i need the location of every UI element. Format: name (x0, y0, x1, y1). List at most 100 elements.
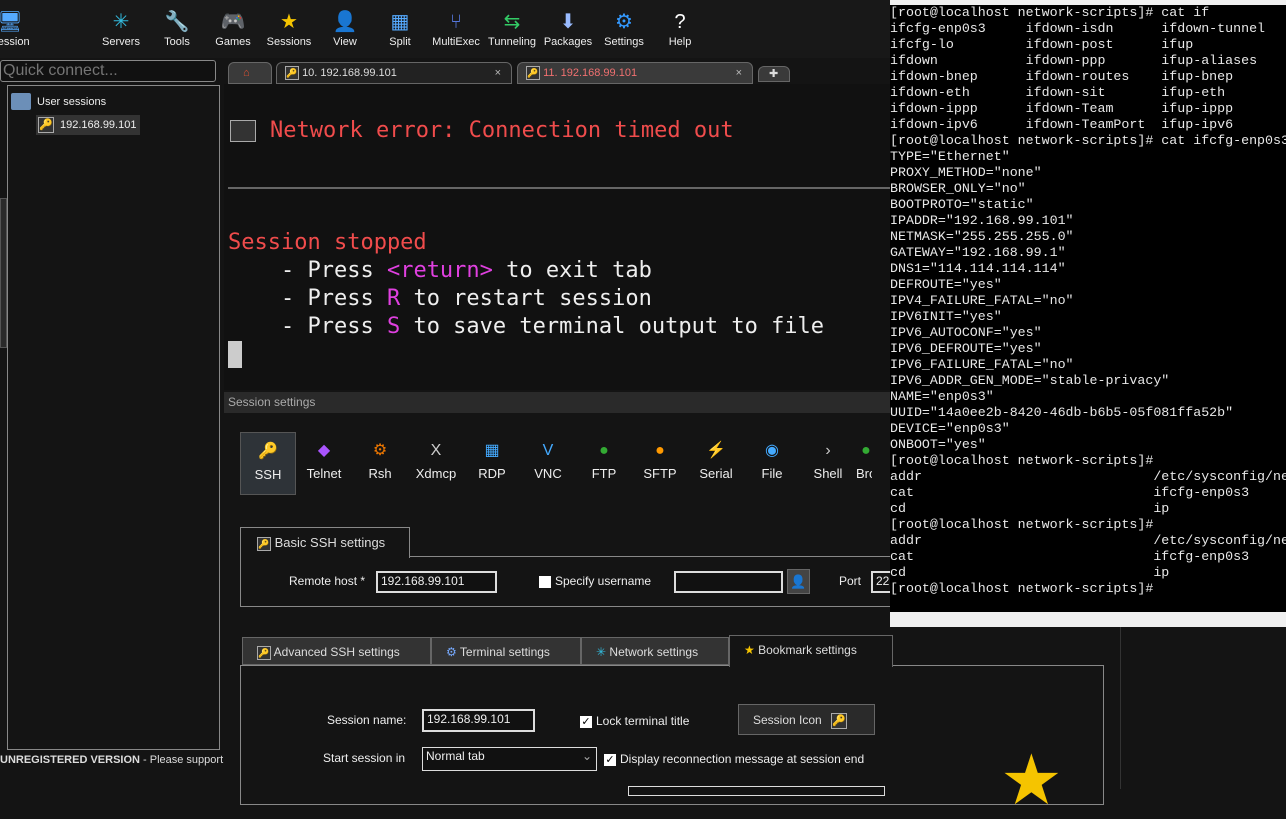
rsh-icon: ⚙ (372, 442, 388, 459)
tab-network-settings[interactable]: ✳ Network settings (581, 637, 729, 665)
telnet-icon: ◆ (317, 442, 331, 459)
tree-user-sessions[interactable]: User sessions (11, 93, 106, 110)
terminal-line: IPV6_FAILURE_FATAL="no" (890, 357, 1074, 372)
extra-input[interactable] (628, 786, 885, 796)
plus-icon: ✚ (769, 68, 779, 80)
terminal-line: ifdown-bnep ifdown-routes ifup-bnep (890, 69, 1234, 84)
toolbar-tunneling-button[interactable]: ⇆ Tunneling (484, 8, 540, 48)
protocol-ftp-button[interactable]: ● FTP (576, 432, 632, 495)
close-tab-icon[interactable]: × (736, 63, 742, 83)
protocol-label: Serial (699, 466, 733, 481)
terminal-line: GATEWAY="192.168.99.1" (890, 245, 1066, 260)
protocol-browser-button[interactable]: ● Browser (856, 432, 872, 495)
protocol-label: File (761, 466, 783, 481)
hint-return: - Press <return> to exit tab (228, 258, 652, 283)
tree-root-label: User sessions (37, 95, 107, 108)
protocol-rsh-button[interactable]: ⚙ Rsh (352, 432, 408, 495)
reconnect-message-checkbox[interactable]: ✓ Display reconnection message at session… (604, 752, 864, 766)
tab-session-11[interactable]: 🔑 11. 192.168.99.101 × (517, 62, 753, 84)
sftp-icon: ● (655, 442, 665, 459)
terminal-line: IPADDR="192.168.99.101" (890, 213, 1074, 228)
protocol-serial-button[interactable]: ⚡ Serial (688, 432, 744, 495)
lock-terminal-title-checkbox[interactable]: ✓ Lock terminal title (580, 714, 689, 728)
toolbar-tools-button[interactable]: 🔧 Tools (149, 8, 205, 48)
hint-restart: - Press R to restart session (228, 286, 652, 311)
protocol-ssh-button[interactable]: 🔑 SSH (240, 432, 296, 495)
vnc-icon: V (542, 442, 554, 459)
terminal-line: DNS1="114.114.114.114" (890, 261, 1066, 276)
divider (228, 187, 890, 189)
view-icon: 👤 (332, 11, 358, 33)
network-icon: ✳ (596, 645, 607, 659)
protocol-file-button[interactable]: ◉ File (744, 432, 800, 495)
toolbar-split-button[interactable]: ▦ Split (372, 8, 428, 48)
local-terminal[interactable]: Network error: Connection timed out Sess… (224, 84, 890, 390)
remote-terminal-window[interactable]: [root@localhost network-scripts]# cat if… (890, 0, 1286, 627)
protocol-xdmcp-button[interactable]: X Xdmcp (408, 432, 464, 495)
ssh-icon: 🔑 (258, 443, 278, 460)
terminal-line: [root@localhost network-scripts]# (890, 581, 1154, 596)
quick-connect-input[interactable] (0, 60, 216, 82)
terminal-line: BOOTPROTO="static" (890, 197, 1034, 212)
tab-home[interactable]: ⌂ (228, 62, 272, 84)
multiexec-icon: ⑂ (450, 11, 462, 33)
games-icon: 🎮 (220, 11, 246, 33)
terminal-line: ONBOOT="yes" (890, 437, 986, 452)
terminal-line: IPV6_ADDR_GEN_MODE="stable-privacy" (890, 373, 1170, 388)
toolbar-servers-button[interactable]: ✳ Servers (93, 8, 149, 48)
start-session-in-select[interactable]: Normal tab ⌄ (422, 747, 597, 771)
protocol-label: Xdmcp (415, 466, 457, 481)
protocol-vnc-button[interactable]: V VNC (520, 432, 576, 495)
terminal-line: cat ifcfg-enp0s3 (890, 485, 1250, 500)
terminal-line: ifdown-ipv6 ifdown-TeamPort ifup-ipv6 (890, 117, 1234, 132)
tab-advanced-ssh-settings[interactable]: 🔑 Advanced SSH settings (242, 637, 431, 665)
protocol-telnet-button[interactable]: ◆ Telnet (296, 432, 352, 495)
rdp-icon: ▦ (484, 442, 500, 459)
toolbar-session-button[interactable]: 🖥 Session (0, 8, 38, 48)
support-message[interactable]: - Please support MobaXterm (140, 754, 224, 766)
terminal-line: [root@localhost network-scripts]# (890, 453, 1154, 468)
serial-icon: ⚡ (706, 442, 726, 459)
toolbar-multiexec-button[interactable]: ⑂ MultiExec (428, 8, 484, 48)
close-tab-icon[interactable]: × (495, 63, 501, 83)
user-key-button[interactable]: 👤 (787, 569, 810, 594)
protocol-label: SFTP (643, 466, 677, 481)
protocol-rdp-button[interactable]: ▦ RDP (464, 432, 520, 495)
toolbar-view-button[interactable]: 👤 View (317, 8, 373, 48)
session-icon-button[interactable]: Session Icon 🔑 (738, 704, 875, 735)
terminal-line: ifdown-ippp ifdown-Team ifup-ippp (890, 101, 1234, 116)
tab-label: Basic SSH settings (274, 535, 386, 550)
session-name-input[interactable]: 192.168.99.101 (422, 709, 535, 732)
terminal-line: IPV6_AUTOCONF="yes" (890, 325, 1042, 340)
star-icon: ★ (744, 643, 755, 657)
protocol-shell-button[interactable]: › Shell (800, 432, 856, 495)
toolbar-label: Sessions (266, 36, 312, 48)
username-input[interactable] (674, 571, 783, 593)
tab-bookmark-settings[interactable]: ★ Bookmark settings (729, 635, 893, 667)
toolbar-label: Servers (102, 36, 140, 48)
toolbar-games-button[interactable]: 🎮 Games (205, 8, 261, 48)
key-icon: 🔑 (257, 646, 271, 660)
tab-session-10[interactable]: 🔑 10. 192.168.99.101 × (276, 62, 512, 84)
servers-icon: ✳ (112, 11, 130, 33)
main-toolbar: 🖥 Session ✳ Servers 🔧 Tools 🎮 Games ★ Sessions 👤 Vi… (0, 0, 890, 58)
session-stopped-text: Session stopped (228, 230, 427, 255)
new-tab-button[interactable]: ✚ (758, 66, 790, 82)
toolbar-help-button[interactable]: ? Help (652, 8, 708, 48)
terminal-line: [root@localhost network-scripts]# cat if (890, 5, 1210, 20)
protocol-sftp-button[interactable]: ● SFTP (632, 432, 688, 495)
sidebar-strip[interactable] (0, 198, 7, 348)
toolbar-settings-button[interactable]: ⚙ Settings (596, 8, 652, 48)
tab-basic-ssh-settings[interactable]: 🔑 Basic SSH settings (240, 527, 410, 558)
toolbar-packages-button[interactable]: ⬇ Packages (540, 8, 596, 48)
terminal-line: NETMASK="255.255.255.0" (890, 229, 1074, 244)
unregistered-label: UNREGISTERED VERSION (0, 754, 140, 766)
toolbar-label: View (333, 36, 357, 48)
remote-host-input[interactable]: 192.168.99.101 (376, 571, 497, 593)
tree-session-item[interactable]: 🔑 192.168.99.101 (36, 115, 141, 135)
toolbar-sessions-button[interactable]: ★ Sessions (261, 8, 317, 48)
terminal-line: addr /etc/sysconfig/network-scripts (890, 533, 1286, 548)
toolbar-label: Settings (604, 36, 644, 48)
specify-username-checkbox[interactable]: Specify username (539, 574, 651, 588)
tab-terminal-settings[interactable]: ⚙ Terminal settings (431, 637, 581, 665)
